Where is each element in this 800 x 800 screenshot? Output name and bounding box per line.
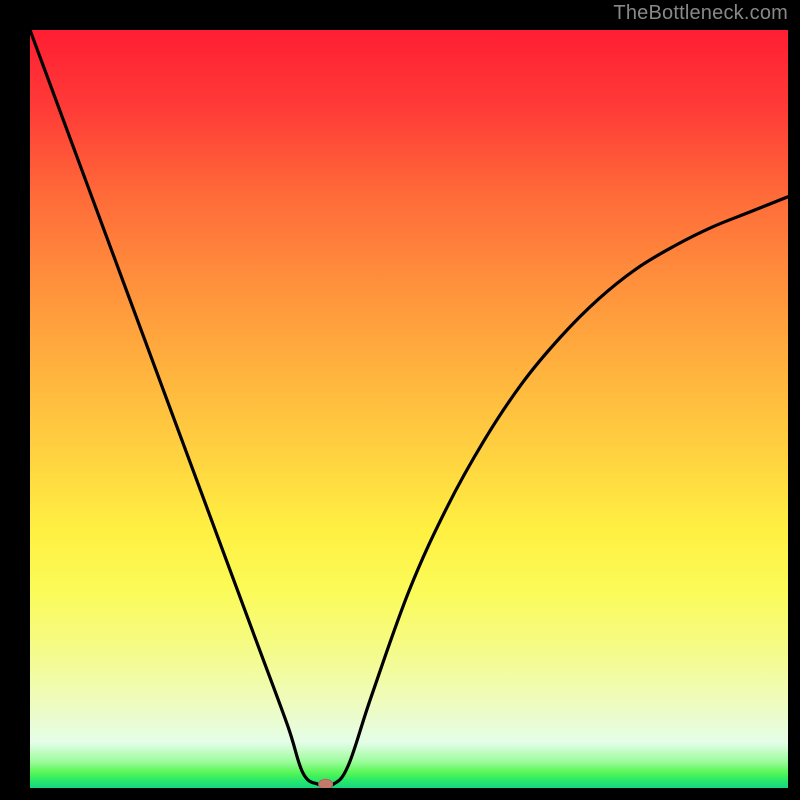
chart-plot-area — [30, 30, 788, 788]
chart-svg — [30, 30, 788, 788]
bottleneck-curve — [30, 30, 788, 786]
optimal-point-marker — [319, 779, 333, 788]
watermark-text: TheBottleneck.com — [613, 2, 788, 25]
